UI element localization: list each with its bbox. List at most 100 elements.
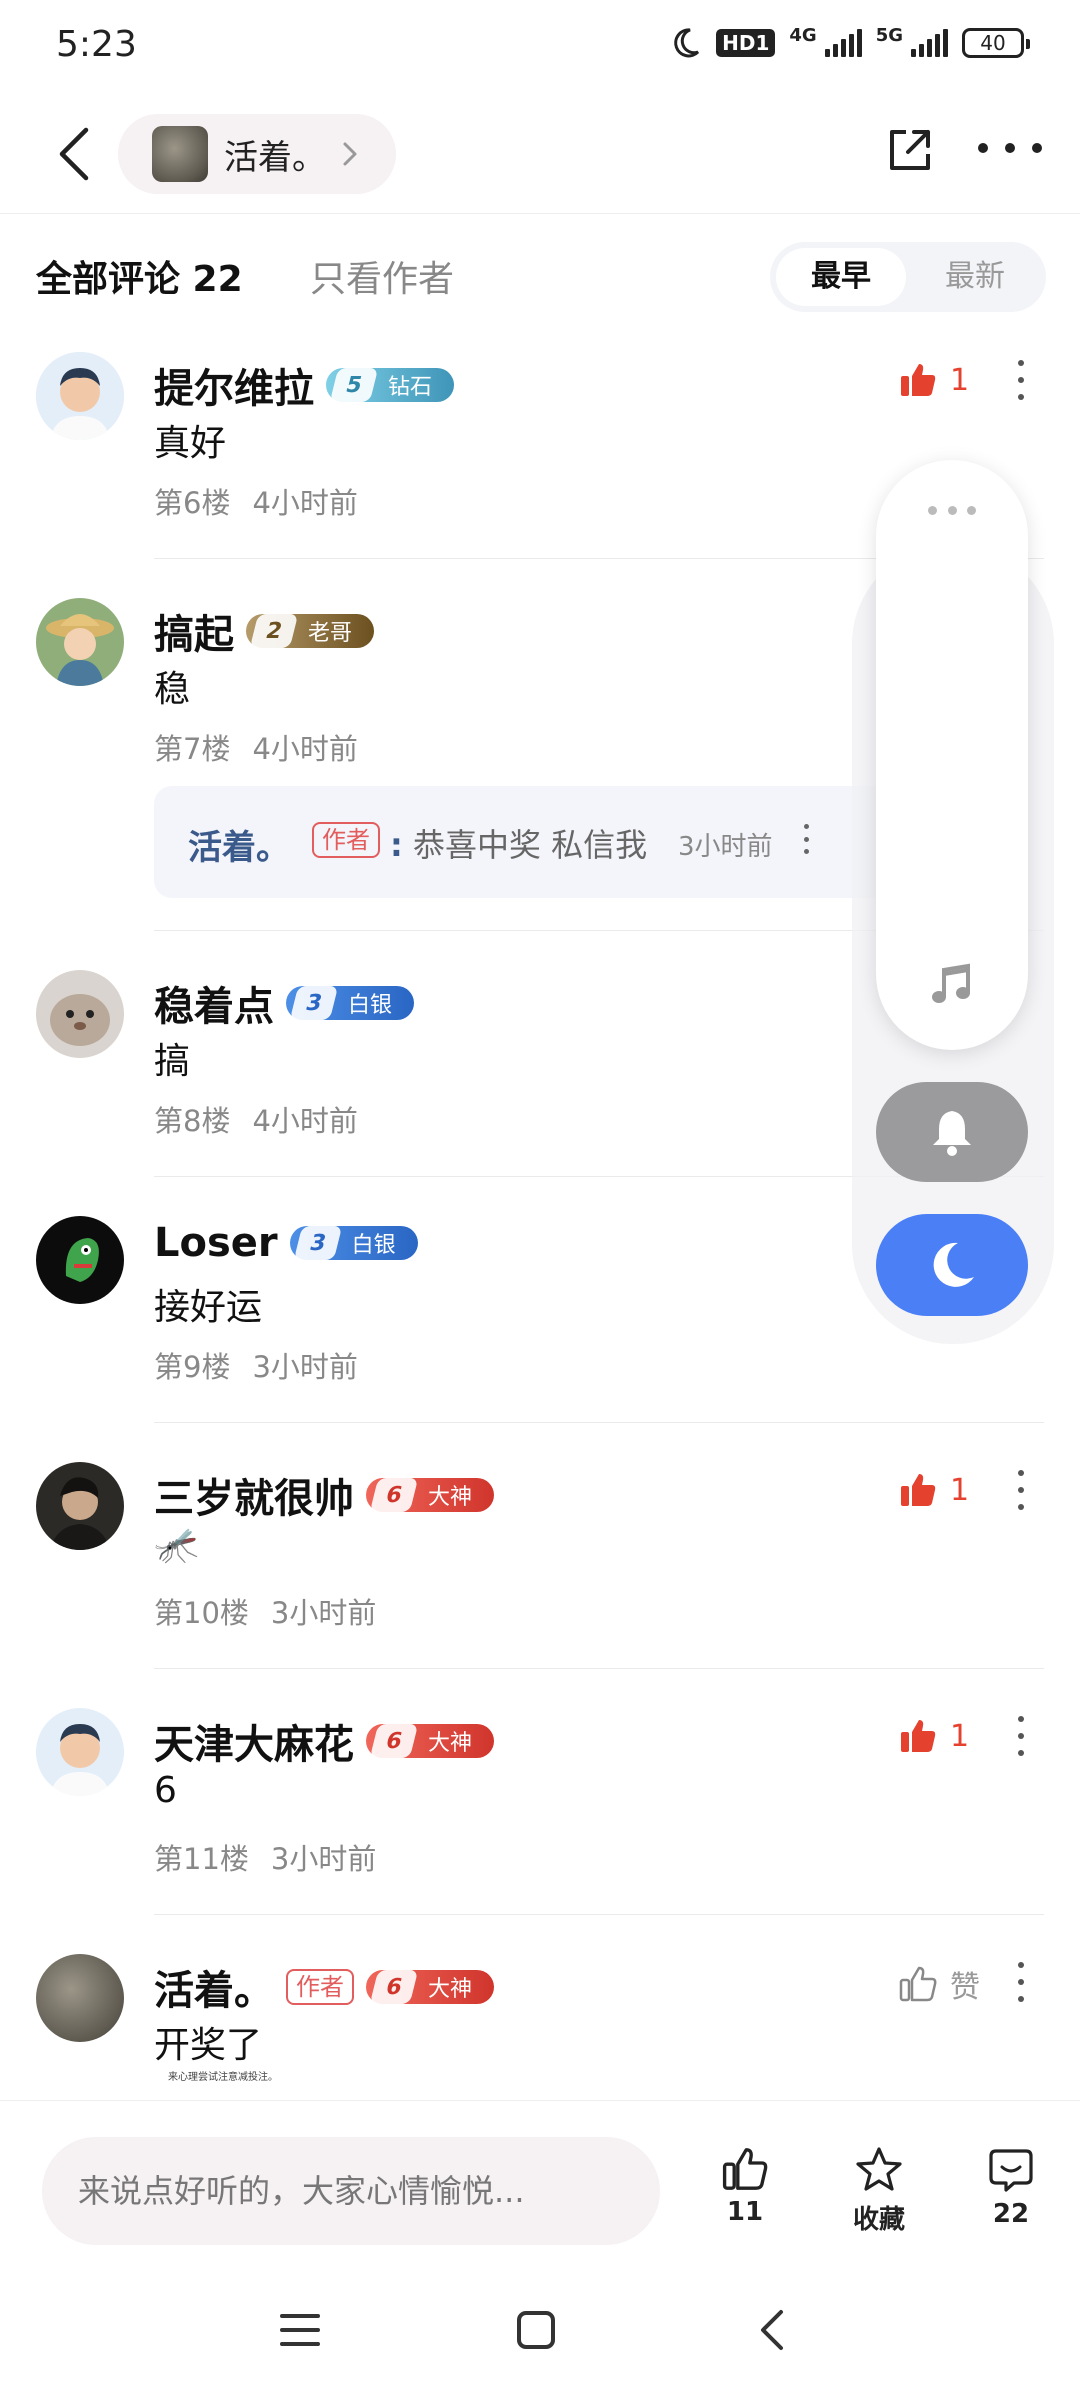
menu-icon[interactable] — [270, 2300, 330, 2360]
avatar[interactable] — [36, 970, 124, 1058]
username[interactable]: 天津大麻花 — [154, 1712, 354, 1770]
tab-author-only[interactable]: 只看作者 — [310, 250, 454, 302]
comment-meta: 第11楼 3小时前 — [154, 1836, 376, 1878]
comment-count: 22 — [992, 2199, 1030, 2229]
username-row: 三岁就很帅 6 大神 — [154, 1466, 495, 1524]
divider — [154, 1914, 1044, 1915]
like-button[interactable]: 赞 — [898, 1962, 980, 2006]
top-header: 活着。 — [0, 96, 1080, 214]
thumbs-up-outline-icon — [899, 1966, 937, 2002]
username-row: 天津大麻花 6 大神 — [154, 1712, 495, 1770]
sort-toggle: 最早 最新 — [770, 242, 1046, 312]
sort-earliest[interactable]: 最早 — [776, 248, 906, 306]
sort-latest[interactable]: 最新 — [910, 248, 1040, 306]
level-number: 3 — [289, 986, 339, 1020]
network-4g: 4G — [789, 24, 817, 46]
back-arrow-icon[interactable] — [48, 124, 100, 184]
floor-number: 第8楼 — [154, 1104, 231, 1138]
hd-badge: HD1 — [716, 29, 776, 57]
like-count: 1 — [950, 362, 970, 398]
like-button[interactable]: 1 — [898, 1716, 969, 1756]
avatar[interactable] — [36, 1462, 124, 1550]
comment-meta: 第7楼 4小时前 — [154, 726, 358, 768]
username[interactable]: Loser — [154, 1220, 278, 1266]
more-options-icon[interactable] — [978, 136, 1042, 160]
username[interactable]: 三岁就很帅 — [154, 1466, 354, 1524]
reply-username[interactable]: 活着。 — [188, 820, 290, 869]
like-post-button[interactable]: 11 — [700, 2145, 790, 2227]
comment-text: 搞 — [154, 1041, 191, 1082]
level-number: 6 — [369, 1970, 419, 2004]
level-badge: 6 大神 — [366, 1970, 495, 2004]
avatar[interactable] — [36, 1216, 124, 1304]
comment-item[interactable]: 三岁就很帅 6 大神 🦟 第10楼 3小时前 1 — [0, 1462, 1080, 1669]
comment-text: 开奖了 — [154, 2025, 263, 2066]
username[interactable]: 稳着点 — [154, 974, 274, 1032]
like-button[interactable]: 1 — [898, 360, 969, 400]
comment-input[interactable]: 来说点好听的，大家心情愉悦... — [42, 2137, 660, 2245]
music-note-icon[interactable] — [928, 960, 976, 1008]
level-name: 老哥 — [308, 621, 353, 646]
comment-time: 3小时前 — [252, 1350, 358, 1384]
level-name: 白银 — [351, 1233, 396, 1258]
like-button[interactable]: 1 — [898, 1470, 969, 1510]
home-icon[interactable] — [506, 2300, 566, 2360]
tab-all-comments[interactable]: 全部评论 22 — [36, 250, 243, 302]
post-author-pill[interactable]: 活着。 — [118, 114, 396, 194]
avatar[interactable] — [36, 598, 124, 686]
bell-button[interactable] — [876, 1082, 1028, 1182]
status-icons: HD1 4G 5G 40 — [668, 24, 1030, 60]
author-avatar — [152, 126, 208, 182]
thumbs-up-filled-icon — [901, 1474, 936, 1506]
thumbs-up-filled-icon — [901, 1720, 936, 1752]
reply-more-icon[interactable] — [804, 824, 810, 854]
comment-more-icon[interactable] — [1016, 360, 1026, 400]
favorite-button[interactable]: 收藏 — [834, 2145, 924, 2236]
avatar[interactable] — [36, 352, 124, 440]
level-number: 6 — [369, 1478, 419, 1512]
like-count: 1 — [950, 1472, 970, 1508]
floor-number: 第10楼 — [154, 1596, 249, 1630]
level-number: 6 — [369, 1724, 419, 1758]
comment-more-icon[interactable] — [1016, 1470, 1026, 1510]
like-label: 赞 — [950, 1970, 980, 2005]
level-name: 大神 — [428, 1977, 473, 2002]
truncated-content: 来心理尝试注意减投注。 — [168, 2072, 278, 2083]
reply-preview[interactable]: 活着。 作者 : 恭喜中奖 私信我 3小时前 — [154, 786, 894, 898]
thumbs-up-filled-icon — [901, 364, 936, 396]
bell-icon — [933, 1111, 971, 1156]
comment-item[interactable]: 活着。 作者 6 大神 开奖了 赞 — [0, 1954, 1080, 2074]
level-number: 2 — [249, 614, 299, 648]
comment-time: 3小时前 — [270, 1842, 377, 1876]
floor-number: 第9楼 — [154, 1350, 231, 1384]
avatar[interactable] — [36, 1954, 124, 2042]
share-icon[interactable] — [886, 126, 934, 174]
signal-icon-2 — [911, 29, 948, 57]
comment-text: 🦟 — [154, 1525, 199, 1566]
level-number: 3 — [293, 1226, 342, 1260]
nav-back-icon[interactable] — [742, 2300, 802, 2360]
level-number: 5 — [329, 368, 379, 402]
divider — [154, 1422, 1044, 1423]
floating-panel[interactable] — [876, 460, 1028, 1050]
comment-item[interactable]: 天津大麻花 6 大神 6 第11楼 3小时前 1 — [0, 1708, 1080, 1915]
comment-time: 3小时前 — [270, 1596, 377, 1630]
panel-more-icon[interactable] — [928, 506, 976, 516]
comment-more-icon[interactable] — [1016, 1962, 1026, 2002]
username[interactable]: 提尔维拉 — [154, 356, 314, 414]
comment-meta: 第9楼 3小时前 — [154, 1344, 358, 1386]
moon-icon — [674, 28, 700, 58]
comment-more-icon[interactable] — [1016, 1716, 1026, 1756]
level-name: 大神 — [428, 1731, 473, 1756]
username[interactable]: 活着。 — [154, 1958, 274, 2016]
author-tag: 作者 — [286, 1969, 354, 2005]
comments-button[interactable]: 22 — [966, 2145, 1056, 2229]
comment-meta: 第8楼 4小时前 — [154, 1098, 358, 1140]
status-time: 5:23 — [56, 24, 137, 65]
avatar[interactable] — [36, 1708, 124, 1796]
username[interactable]: 搞起 — [154, 602, 234, 660]
thumbs-up-icon — [722, 2148, 768, 2190]
floor-number: 第6楼 — [154, 486, 231, 520]
comment-text: 6 — [154, 1770, 177, 1811]
night-mode-button[interactable] — [876, 1214, 1028, 1316]
